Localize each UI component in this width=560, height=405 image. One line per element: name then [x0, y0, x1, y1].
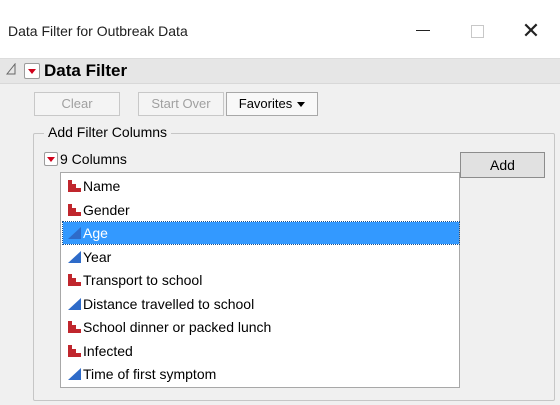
red-triangle-menu-icon[interactable]	[24, 63, 40, 79]
column-list-item[interactable]: Infected	[67, 340, 133, 362]
maximize-icon	[471, 25, 484, 38]
columns-red-triangle-menu-icon[interactable]	[44, 152, 58, 166]
nominal-column-icon	[67, 201, 82, 216]
group-legend: Add Filter Columns	[44, 124, 172, 140]
column-label: School dinner or packed lunch	[83, 319, 272, 335]
column-list-item[interactable]: Transport to school	[67, 269, 202, 291]
continuous-column-icon	[67, 295, 82, 310]
column-label: Transport to school	[83, 272, 203, 288]
title-bar: Data Filter for Outbreak Data ✕	[0, 0, 560, 58]
nominal-column-icon	[67, 318, 82, 333]
favorites-label: Favorites	[238, 96, 293, 111]
favorites-dropdown[interactable]: Favorites	[226, 92, 318, 116]
column-label: Distance travelled to school	[83, 295, 255, 312]
column-label: Year	[83, 248, 112, 265]
column-list-item[interactable]: School dinner or packed lunch	[67, 316, 271, 338]
data-filter-window: Data Filter for Outbreak Data ✕ Data Fil…	[0, 0, 560, 405]
maximize-button[interactable]	[454, 14, 500, 48]
disclosure-triangle-icon[interactable]	[6, 63, 16, 75]
close-icon: ✕	[521, 18, 541, 43]
chevron-down-icon	[297, 102, 306, 108]
minimize-icon	[416, 30, 430, 31]
continuous-column-icon	[67, 248, 82, 263]
column-list-item[interactable]: Distance travelled to school	[67, 293, 254, 315]
window-title: Data Filter for Outbreak Data	[8, 23, 188, 39]
outline-title: Data Filter	[44, 61, 128, 80]
column-list-item[interactable]: Name	[67, 175, 120, 197]
column-list[interactable]: Name Gender Age Year Transport to school Dist…	[60, 172, 460, 388]
clear-button[interactable]: Clear	[34, 92, 120, 116]
add-button[interactable]: Add	[460, 152, 545, 178]
column-label: Infected	[83, 342, 133, 359]
column-label: Age	[83, 225, 108, 241]
nominal-column-icon	[67, 342, 82, 357]
continuous-column-icon	[67, 365, 82, 380]
nominal-column-icon	[67, 271, 82, 286]
column-list-item[interactable]: Time of first symptom	[67, 363, 216, 385]
close-button[interactable]: ✕	[508, 14, 554, 48]
nominal-column-icon	[67, 177, 82, 192]
columns-count-label: 9 Columns	[60, 151, 127, 167]
data-filter-outline-header: Data Filter	[0, 58, 560, 84]
column-list-item[interactable]: Gender	[67, 199, 130, 221]
start-over-button[interactable]: Start Over	[138, 92, 224, 116]
column-list-item[interactable]: Age	[62, 221, 460, 245]
continuous-column-icon	[67, 224, 82, 239]
column-list-item[interactable]: Year	[67, 246, 111, 268]
column-label: Time of first symptom	[83, 366, 217, 382]
column-label: Name	[83, 178, 121, 194]
minimize-button[interactable]	[400, 14, 446, 48]
column-label: Gender	[83, 201, 130, 218]
